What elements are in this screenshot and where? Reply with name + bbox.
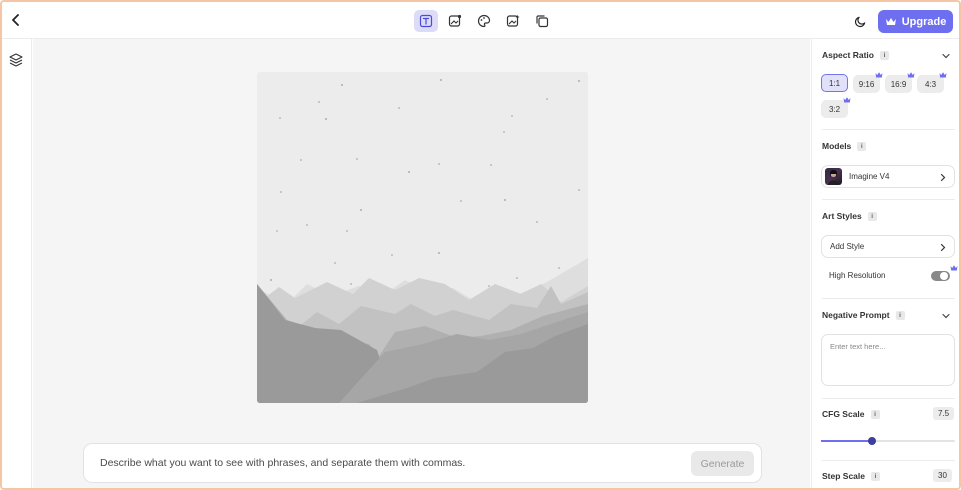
slider-fill — [821, 440, 872, 442]
negative-prompt-title: Negative Prompt — [822, 310, 890, 320]
chevron-down-icon[interactable] — [941, 311, 951, 321]
settings-panel: Aspect Ratio i 1:1 9:16 16:9 4:3 3:2 Mod… — [811, 39, 959, 488]
tool-text-to-image[interactable] — [414, 10, 438, 32]
info-icon[interactable]: i — [870, 409, 880, 419]
step-scale-value: 30 — [933, 469, 952, 482]
add-style-button[interactable]: Add Style — [821, 235, 955, 258]
upgrade-label: Upgrade — [901, 15, 947, 28]
tool-palette[interactable] — [472, 10, 496, 32]
generate-button[interactable]: Generate — [691, 451, 754, 476]
add-style-label: Add Style — [830, 242, 865, 251]
models-header: Models i — [822, 141, 867, 151]
models-title: Models — [822, 141, 852, 151]
divider — [822, 460, 955, 461]
cfg-scale-value: 7.5 — [933, 407, 955, 420]
app-window: Upgrade Describe what you want to see wi… — [0, 0, 961, 490]
step-scale-header: Step Scale i — [822, 471, 880, 481]
prompt-bar: Generate — [83, 443, 762, 483]
back-button[interactable] — [8, 12, 24, 28]
chevron-left-icon — [12, 14, 19, 26]
premium-crown-icon — [950, 265, 958, 271]
divider — [822, 298, 955, 299]
negative-prompt-header[interactable]: Negative Prompt i — [822, 310, 905, 320]
info-icon[interactable]: i — [879, 50, 889, 60]
left-rail — [2, 39, 32, 488]
info-icon[interactable]: i — [895, 310, 905, 320]
moon-icon — [854, 16, 865, 27]
ratio-option-1-1[interactable]: 1:1 — [821, 74, 848, 92]
image-placeholder — [257, 72, 588, 403]
negative-prompt-input[interactable] — [821, 334, 955, 386]
art-styles-title: Art Styles — [822, 211, 862, 221]
layers-icon — [9, 53, 23, 67]
aspect-ratio-title: Aspect Ratio — [822, 50, 874, 60]
aspect-ratio-header[interactable]: Aspect Ratio i — [822, 50, 889, 60]
premium-crown-icon — [843, 97, 851, 103]
high-resolution-toggle[interactable] — [931, 271, 950, 281]
model-thumbnail — [825, 168, 842, 185]
premium-crown-icon — [907, 72, 915, 78]
slider-thumb[interactable] — [867, 437, 876, 445]
image-stack-icon — [536, 15, 549, 28]
palette-icon — [477, 14, 491, 28]
text-to-image-icon — [419, 14, 433, 28]
image-sparkle-icon — [506, 14, 520, 27]
info-icon[interactable]: i — [857, 141, 867, 151]
high-resolution-label: High Resolution — [829, 271, 886, 280]
step-scale-title: Step Scale — [822, 471, 865, 481]
upgrade-button[interactable]: Upgrade — [878, 10, 953, 33]
chevron-right-icon — [940, 243, 946, 252]
premium-crown-icon — [939, 72, 947, 78]
mountain-placeholder-illustration — [257, 72, 588, 403]
art-styles-header: Art Styles i — [822, 211, 877, 221]
crown-icon — [885, 18, 896, 25]
image-edit-icon — [448, 14, 462, 27]
divider — [822, 199, 955, 200]
chevron-down-icon[interactable] — [941, 51, 951, 61]
premium-crown-icon — [875, 72, 883, 78]
divider — [822, 129, 955, 130]
cfg-scale-title: CFG Scale — [822, 409, 865, 419]
toggle-knob — [940, 272, 948, 280]
prompt-input[interactable] — [100, 444, 680, 482]
info-icon[interactable]: i — [871, 471, 880, 481]
tool-image-sparkle[interactable] — [501, 10, 525, 32]
dark-mode-button[interactable] — [848, 10, 872, 32]
top-bar: Upgrade — [2, 2, 959, 39]
tool-image-stack[interactable] — [530, 10, 554, 32]
model-selector[interactable]: Imagine V4 — [821, 165, 955, 188]
mode-toolbar — [414, 10, 554, 32]
tool-image-edit[interactable] — [443, 10, 467, 32]
canvas-area: Generate — [33, 39, 810, 488]
model-name: Imagine V4 — [849, 172, 890, 181]
info-icon[interactable]: i — [867, 211, 877, 221]
layers-button[interactable] — [8, 52, 25, 69]
cfg-scale-header: CFG Scale i — [822, 409, 880, 419]
cfg-scale-slider[interactable] — [821, 437, 955, 445]
divider — [822, 398, 955, 399]
chevron-right-icon — [940, 173, 946, 182]
